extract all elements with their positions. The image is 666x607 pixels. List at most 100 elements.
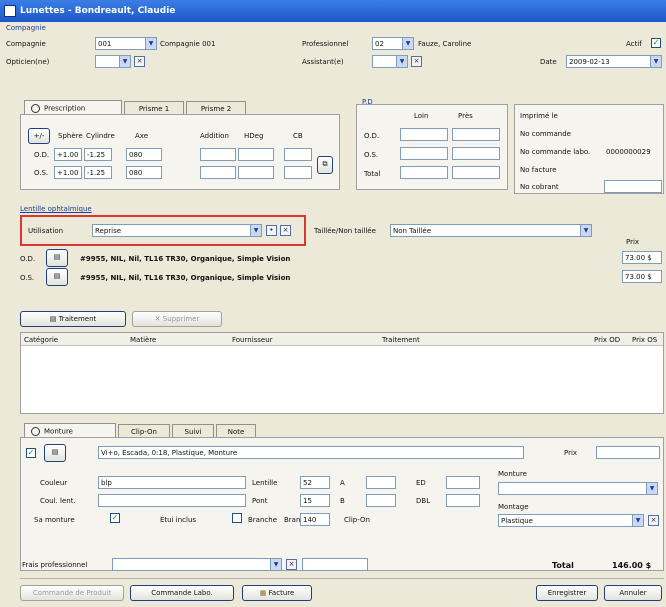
clear-utilisation-button[interactable]: × — [280, 225, 291, 236]
copy-rx-button[interactable]: ⧉ — [317, 156, 333, 174]
od-sphere-field[interactable]: +1.00 — [54, 148, 82, 161]
annuler-button[interactable]: Annuler — [604, 585, 662, 601]
chevron-down-icon[interactable]: ▼ — [145, 38, 156, 49]
commande-labo-button[interactable]: Commande Labo. — [130, 585, 234, 601]
compagnie-label: Compagnie — [6, 40, 46, 48]
professionnel-select[interactable]: 02 ▼ — [372, 37, 414, 50]
pd-total-pres-field[interactable] — [452, 166, 500, 179]
date-field[interactable]: 2009-02-13 ▼ — [566, 55, 662, 68]
pd-loin-header: Loin — [414, 112, 429, 120]
chevron-down-icon[interactable]: ▼ — [270, 559, 281, 570]
os-sphere-field[interactable]: +1.00 — [54, 166, 82, 179]
sa-monture-label: Sa monture — [34, 516, 75, 524]
tab-clip-on[interactable]: Clip-On — [118, 424, 170, 438]
window-title: Lunettes - Bondreault, Claudie — [20, 6, 176, 16]
od-cb-field[interactable] — [284, 148, 312, 161]
chevron-down-icon[interactable]: ▼ — [650, 56, 661, 67]
os-axe-field[interactable]: 080 — [126, 166, 162, 179]
branche-field[interactable]: 140 — [300, 513, 330, 526]
plus-minus-button[interactable]: +/- — [28, 128, 50, 144]
lens-os-button[interactable]: ▤ — [46, 268, 68, 286]
montage-select[interactable]: Plastique ▼ — [498, 514, 644, 527]
os-cb-field[interactable] — [284, 166, 312, 179]
lens-od-button[interactable]: ▤ — [46, 249, 68, 267]
chevron-down-icon[interactable]: ▼ — [646, 483, 657, 494]
clear-montage-button[interactable]: × — [648, 515, 659, 526]
b-field[interactable] — [366, 494, 396, 507]
actif-checkbox[interactable]: ✓ — [651, 38, 661, 48]
od-addition-field[interactable] — [200, 148, 236, 161]
monture-select[interactable]: ▼ — [498, 482, 658, 495]
info-icon — [31, 427, 40, 436]
col-cb: CB — [293, 132, 303, 140]
clear-opticien-button[interactable]: × — [134, 56, 145, 67]
os-cylindre-field[interactable]: -1.25 — [84, 166, 112, 179]
couleur-field[interactable]: blp — [98, 476, 246, 489]
os-addition-field[interactable] — [200, 166, 236, 179]
chevron-down-icon[interactable]: ▼ — [250, 225, 261, 236]
copy-icon: ⧉ — [322, 160, 328, 168]
taillee-select[interactable]: Non Taillée ▼ — [390, 224, 592, 237]
etui-checkbox[interactable] — [232, 513, 242, 523]
od-axe-field[interactable]: 080 — [126, 148, 162, 161]
frais-amount-field[interactable] — [302, 558, 368, 571]
coul-lent-field[interactable] — [98, 494, 246, 507]
tab-suivi[interactable]: Suivi — [172, 424, 214, 438]
compagnie-select[interactable]: 001 ▼ — [95, 37, 157, 50]
col-categorie: Catégorie — [24, 336, 59, 344]
lens-od-price[interactable]: 73.00 $ — [622, 251, 662, 264]
monture-prix-label: Prix — [564, 449, 578, 457]
a-field[interactable] — [366, 476, 396, 489]
tab-prisme-1[interactable]: Prisme 1 — [124, 101, 184, 115]
clear-assistant-button[interactable]: × — [411, 56, 422, 67]
ed-field[interactable] — [446, 476, 480, 489]
od-hdeg-field[interactable] — [238, 148, 274, 161]
traitement-button[interactable]: ▤ Traitement — [20, 311, 126, 327]
clear-frais-button[interactable]: × — [286, 559, 297, 570]
chevron-down-icon[interactable]: ▼ — [580, 225, 591, 236]
pd-os-pres-field[interactable] — [452, 147, 500, 160]
pont-field[interactable]: 15 — [300, 494, 330, 507]
monture-desc-field[interactable]: Vi+o, Escada, 0:18, Plastique, Monture — [98, 446, 524, 459]
os-hdeg-field[interactable] — [238, 166, 274, 179]
chevron-down-icon[interactable]: ▼ — [119, 56, 130, 67]
utilisation-select[interactable]: Reprise ▼ — [92, 224, 262, 237]
no-cobrant-field[interactable] — [604, 180, 662, 193]
tab-note[interactable]: Note — [216, 424, 256, 438]
assistant-select[interactable]: ▼ — [372, 55, 408, 68]
pd-total-loin-field[interactable] — [400, 166, 448, 179]
pd-os-loin-field[interactable] — [400, 147, 448, 160]
enregistrer-button[interactable]: Enregistrer — [536, 585, 598, 601]
chevron-down-icon[interactable]: ▼ — [402, 38, 413, 49]
monture-select-label: Monture — [498, 470, 527, 478]
ed-label: ED — [416, 479, 426, 487]
tab-prisme-2[interactable]: Prisme 2 — [186, 101, 246, 115]
tab-monture[interactable]: Monture — [24, 423, 116, 438]
commande-produit-button[interactable]: Commande de Produit — [20, 585, 124, 601]
taillee-label: Taillée/Non taillée — [314, 227, 376, 235]
frais-select[interactable]: ▼ — [112, 558, 282, 571]
branche-check-label: Branche — [248, 516, 277, 524]
monture-checkbox[interactable]: ✓ — [26, 448, 36, 458]
od-cylindre-field[interactable]: -1.25 — [84, 148, 112, 161]
supprimer-button[interactable]: ✕ Supprimer — [132, 311, 222, 327]
chevron-down-icon[interactable]: ▼ — [396, 56, 407, 67]
divider — [20, 578, 664, 579]
lookup-utilisation-button[interactable]: • — [266, 225, 277, 236]
tab-prescription[interactable]: Prescription — [24, 100, 122, 115]
facture-button[interactable]: ▦ Facture — [242, 585, 312, 601]
monture-prix-field[interactable] — [596, 446, 660, 459]
dbl-field[interactable] — [446, 494, 480, 507]
dbl-label: DBL — [416, 497, 431, 505]
pd-od-loin-field[interactable] — [400, 128, 448, 141]
pont-label: Pont — [252, 497, 268, 505]
opticien-select[interactable]: ▼ — [95, 55, 131, 68]
col-traitement: Traitement — [382, 336, 420, 344]
monture-lookup-button[interactable]: ▤ — [44, 444, 66, 462]
total-value: 146.00 $ — [612, 561, 652, 570]
lentille-field[interactable]: 52 — [300, 476, 330, 489]
lens-os-price[interactable]: 73.00 $ — [622, 270, 662, 283]
chevron-down-icon[interactable]: ▼ — [632, 515, 643, 526]
pd-od-pres-field[interactable] — [452, 128, 500, 141]
sa-monture-checkbox[interactable]: ✓ — [110, 513, 120, 523]
